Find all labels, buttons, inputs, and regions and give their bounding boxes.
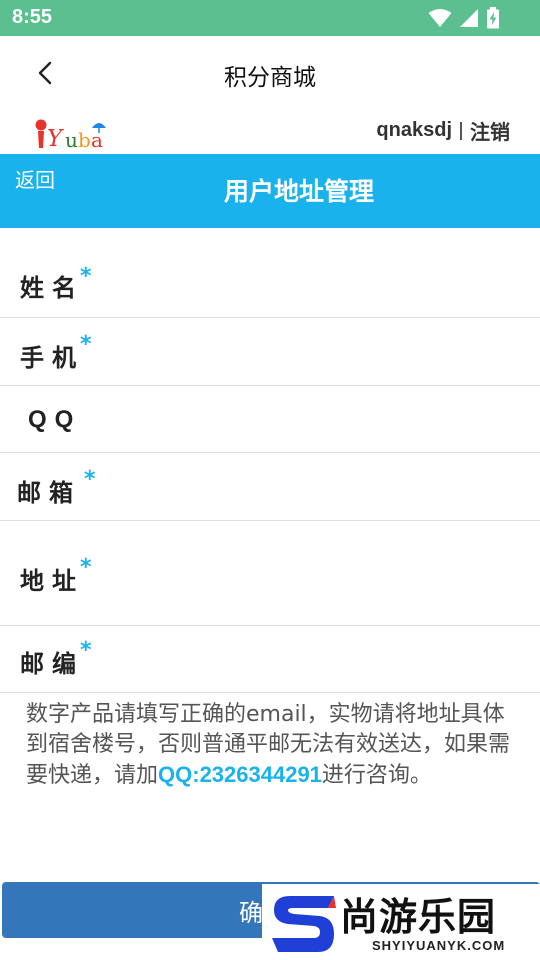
page-title: 积分商城 [224, 65, 316, 91]
form-row-address: 地址 * [0, 521, 540, 626]
form-row-name: 姓名 * [0, 228, 540, 318]
status-icons [428, 7, 500, 29]
email-input[interactable] [120, 463, 530, 510]
watermark-domain: SHYIYUANYK.COM [372, 938, 506, 953]
status-bar: 8:55 [0, 0, 540, 36]
svg-text:a: a [91, 128, 103, 152]
qq-input[interactable] [120, 396, 530, 442]
address-banner: 返回 用户地址管理 [0, 154, 540, 228]
svg-text:u: u [65, 128, 78, 152]
wifi-icon [428, 9, 452, 27]
note-qq-number: QQ:2326344291 [158, 762, 322, 787]
banner-title: 用户地址管理 [223, 177, 374, 206]
form-row-qq: QQ [0, 386, 540, 453]
phone-label: 手机 [20, 344, 84, 372]
postcode-input[interactable] [120, 636, 530, 682]
phone-input[interactable] [120, 328, 530, 375]
note-text-end: 进行咨询。 [321, 763, 432, 788]
required-mark: * [84, 467, 96, 492]
address-note: 数字产品请填写正确的email，实物请将地址具体到宿舍楼号，否则普通平邮无法有效… [26, 700, 512, 791]
address-input[interactable] [120, 531, 530, 615]
form-row-postcode: 邮编 * [0, 626, 540, 693]
name-input[interactable] [120, 238, 530, 307]
required-mark: * [80, 638, 92, 663]
address-label: 地址 [20, 567, 84, 595]
svg-text:Y: Y [47, 126, 65, 152]
app-header: 积分商城 [0, 36, 540, 110]
required-mark: * [80, 264, 92, 289]
status-time: 8:55 [12, 6, 53, 28]
user-separator [460, 121, 462, 140]
name-label: 姓名 [20, 274, 84, 302]
svg-text:b: b [78, 128, 91, 152]
watermark-text: 尚游乐园 [340, 895, 497, 939]
logout-link[interactable]: 注销 [470, 116, 510, 145]
qq-label: QQ [28, 406, 82, 433]
required-mark: * [80, 555, 92, 580]
form-row-phone: 手机 * [0, 318, 540, 386]
email-label: 邮箱 [17, 479, 81, 507]
watermark: 尚游乐园 SHYIYUANYK.COM [262, 884, 540, 960]
required-mark: * [80, 332, 92, 357]
user-area: qnaksdj 注销 [376, 116, 510, 145]
brand-row: Y u b a qnaksdj 注销 [0, 110, 540, 154]
address-form: 姓名 * 手机 * QQ 邮箱 * 地址 * 邮编 * [0, 228, 540, 693]
iyuba-logo: Y u b a [34, 114, 114, 152]
battery-charging-icon [487, 7, 499, 29]
watermark-s-logo [272, 896, 336, 952]
postcode-label: 邮编 [20, 650, 84, 678]
cellular-signal-icon [460, 9, 478, 27]
username: qnaksdj [376, 119, 452, 141]
form-row-email: 邮箱 * [0, 453, 540, 521]
